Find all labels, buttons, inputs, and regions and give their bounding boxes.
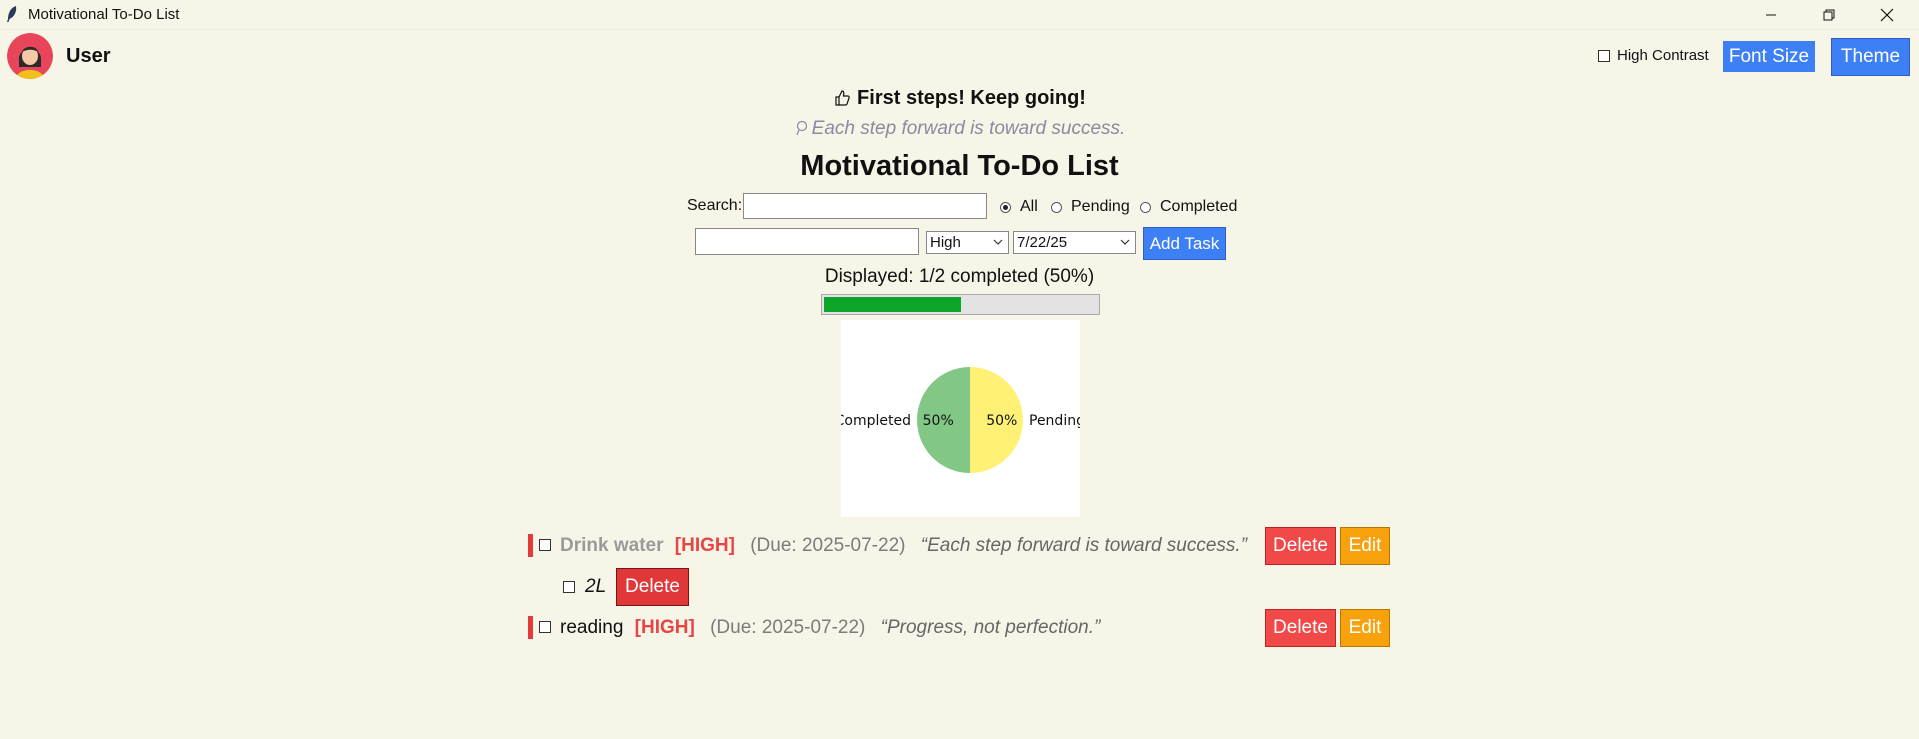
progress-text: Displayed: 1/2 completed (50%) xyxy=(824,266,1095,287)
username: User xyxy=(66,45,111,67)
progress-bar-fill xyxy=(824,297,961,312)
thumbs-up-icon xyxy=(835,90,850,106)
search-input[interactable] xyxy=(743,193,987,219)
subtask-title: 2L xyxy=(585,576,607,597)
chevron-down-icon xyxy=(1120,239,1130,245)
task-priority: [HIGH] xyxy=(634,617,695,638)
high-contrast-label: High Contrast xyxy=(1617,47,1709,64)
delete-task-button[interactable]: Delete xyxy=(1265,609,1336,647)
add-task-button[interactable]: Add Task xyxy=(1143,227,1226,260)
encouragement-message: First steps! Keep going! xyxy=(0,87,1919,110)
pie-value-label: 50% xyxy=(986,413,1017,429)
subtask-checkbox[interactable] xyxy=(563,581,575,593)
avatar xyxy=(7,33,53,79)
chevron-down-icon xyxy=(993,239,1003,245)
motivational-quote: Each step forward is toward success. xyxy=(0,118,1919,140)
user-avatar-icon xyxy=(7,33,53,79)
priority-indicator-bar xyxy=(528,616,533,639)
task-row-2: reading [HIGH] (Due: 2025-07-22) “Progre… xyxy=(560,617,1100,639)
page-title: Motivational To-Do List xyxy=(800,150,1119,182)
due-date-value: 7/22/25 xyxy=(1017,234,1068,251)
pie-category-label: Completed xyxy=(841,413,911,429)
radio-unselected-icon xyxy=(1140,201,1151,213)
close-button[interactable] xyxy=(1858,0,1916,29)
delete-task-button[interactable]: Delete xyxy=(1265,527,1336,565)
restore-button[interactable] xyxy=(1800,0,1858,29)
lightbulb-icon xyxy=(796,120,807,136)
filter-completed-label: Completed xyxy=(1160,198,1238,215)
radio-unselected-icon xyxy=(1051,201,1062,213)
task-title: Drink water xyxy=(560,535,664,556)
radio-selected-icon xyxy=(1000,201,1011,213)
new-task-input[interactable] xyxy=(695,228,919,255)
edit-task-button[interactable]: Edit xyxy=(1340,609,1390,647)
quote-text: Each step forward is toward success. xyxy=(811,118,1126,139)
task-row-1: Drink water [HIGH] (Due: 2025-07-22) “Ea… xyxy=(560,535,1247,557)
progress-bar xyxy=(821,294,1100,315)
task-priority: [HIGH] xyxy=(674,535,735,556)
high-contrast-checkbox[interactable] xyxy=(1598,49,1610,62)
completion-pie-chart: 50% Completed 50% Pending xyxy=(841,320,1080,517)
pie-value-label: 50% xyxy=(923,413,954,429)
priority-select[interactable]: High xyxy=(926,231,1009,254)
filter-completed-radio[interactable]: Completed xyxy=(1140,198,1237,216)
task-checkbox[interactable] xyxy=(539,621,551,633)
restore-icon xyxy=(1823,9,1835,20)
search-label: Search: xyxy=(687,197,743,214)
theme-button[interactable]: Theme xyxy=(1831,38,1910,76)
task-due-date: (Due: 2025-07-22) xyxy=(710,617,866,638)
filter-all-label: All xyxy=(1020,198,1038,215)
pie-chart-svg: 50% Completed 50% Pending xyxy=(841,367,1080,473)
minimize-button[interactable] xyxy=(1742,0,1800,29)
high-contrast-toggle[interactable]: High Contrast xyxy=(1598,47,1709,64)
priority-value: High xyxy=(930,234,961,251)
font-size-button[interactable]: Font Size xyxy=(1723,41,1815,72)
filter-pending-label: Pending xyxy=(1071,198,1130,215)
due-date-select[interactable]: 7/22/25 xyxy=(1013,231,1136,254)
title-bar: Motivational To-Do List xyxy=(0,0,1919,30)
task-quote: “Progress, not perfection.” xyxy=(880,617,1101,638)
task-due-date: (Due: 2025-07-22) xyxy=(750,535,906,556)
pie-category-label: Pending xyxy=(1029,413,1080,429)
minimize-icon xyxy=(1766,14,1776,15)
filter-all-radio[interactable]: All xyxy=(1000,198,1038,216)
feather-app-icon xyxy=(7,6,17,22)
task-quote: “Each step forward is toward success.” xyxy=(920,535,1248,556)
encouragement-text: First steps! Keep going! xyxy=(857,87,1086,109)
delete-subtask-button[interactable]: Delete xyxy=(616,568,689,606)
filter-pending-radio[interactable]: Pending xyxy=(1051,198,1130,216)
window-title: Motivational To-Do List xyxy=(28,6,180,23)
task-checkbox[interactable] xyxy=(539,539,551,551)
priority-indicator-bar xyxy=(528,534,533,557)
edit-task-button[interactable]: Edit xyxy=(1340,527,1390,565)
task-title: reading xyxy=(560,617,624,638)
close-icon xyxy=(1880,8,1894,21)
